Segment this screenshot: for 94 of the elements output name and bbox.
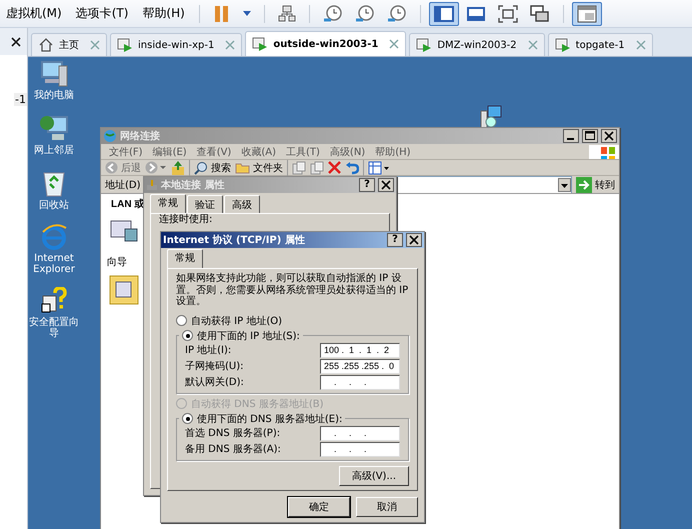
search-icon	[194, 160, 208, 174]
thumbs-button[interactable]	[572, 2, 602, 26]
undo-icon[interactable]	[345, 160, 359, 174]
fullscreen-icon	[498, 4, 518, 22]
folders-button[interactable]: 文件夹	[235, 160, 283, 174]
computer-icon[interactable]	[39, 60, 69, 88]
house-icon	[38, 37, 54, 53]
vm-icon	[416, 37, 432, 53]
dialog-tab[interactable]: 高级	[224, 195, 260, 213]
wizard-icon[interactable]	[40, 287, 68, 315]
dialog-tab[interactable]: 验证	[187, 195, 223, 213]
cancel-button[interactable]: 取消	[356, 496, 418, 516]
intro-text: 如果网络支持此功能，则可以获取自动指派的 IP 设置。否则，您需要从网络系统管理员处获得适当的 IP 设置。	[176, 273, 409, 308]
clock-icon	[386, 4, 407, 22]
radio-option[interactable]: 使用下面的 DNS 服务器地址(E):	[182, 412, 342, 426]
thumbnail-view-icon	[576, 4, 597, 22]
address-label: 地址(D)	[105, 178, 141, 192]
desktop-icon-label[interactable]: 安全配置向导	[29, 317, 79, 339]
menu-item[interactable]: 虚拟机(M)	[0, 5, 68, 22]
menu-item[interactable]: 工具(T)	[282, 144, 324, 158]
back-button[interactable]: 后退	[105, 160, 141, 174]
menu-item[interactable]: 帮助(H)	[371, 144, 415, 158]
flag-logo-icon	[589, 144, 619, 158]
menu-item[interactable]: 高级(N)	[326, 144, 370, 158]
desktop-icon-label[interactable]: 我的电脑	[29, 90, 79, 101]
vm-tab[interactable]: topgate-1	[548, 33, 653, 56]
console-view-icon	[466, 4, 486, 22]
advanced-button[interactable]: 高级(V)...	[338, 466, 409, 486]
radio-option[interactable]: 使用下面的 IP 地址(S):	[182, 328, 300, 342]
ip-address-field[interactable]: 255 .255 .255 . 0	[320, 358, 400, 374]
forward-arrow-icon[interactable]	[145, 161, 167, 174]
vm-icon	[117, 37, 133, 53]
ok-button[interactable]: 确定	[288, 496, 350, 516]
menu-item[interactable]: 查看(V)	[192, 144, 236, 158]
window-title: 网络连接	[120, 130, 160, 143]
section-heading: 向导	[107, 256, 127, 269]
vm-tab[interactable]: DMZ-win2003-2	[409, 33, 545, 56]
dialog-title: 本地连接 属性	[161, 178, 224, 192]
caret-icon	[242, 11, 251, 16]
dropdown-icon[interactable]	[558, 178, 571, 192]
ip-address-field[interactable]: 100 . 1 . 1 . 2	[320, 342, 400, 358]
close-icon[interactable]	[406, 233, 422, 247]
menu-item[interactable]: 文件(F)	[105, 144, 147, 158]
field-label: 默认网关(D):	[185, 376, 245, 389]
dialog-tab[interactable]: 常规	[150, 194, 186, 213]
tree-icon	[278, 4, 296, 22]
views-icon[interactable]	[368, 160, 390, 174]
clock-icon	[354, 4, 375, 22]
maximize-icon[interactable]	[582, 129, 598, 143]
sidebar-view-icon	[434, 4, 454, 22]
network-globe-icon	[103, 129, 117, 143]
desktop-icon-label[interactable]: Internet Explorer	[29, 253, 79, 275]
field-label: 首选 DNS 服务器(P):	[185, 426, 282, 440]
connection-icon	[146, 179, 158, 191]
menu-item[interactable]: 编辑(E)	[148, 144, 191, 158]
close-icon[interactable]	[378, 178, 394, 192]
vm-tab[interactable]: 主页	[31, 33, 107, 56]
radio-option[interactable]: 自动获得 IP 地址(O)	[176, 314, 409, 328]
go-button[interactable]: 转到	[576, 176, 615, 192]
delete-icon[interactable]	[328, 161, 341, 174]
clock-icon	[322, 4, 343, 22]
ip-address-field[interactable]: . . .	[320, 426, 400, 440]
desktop-icon-label[interactable]: 网上邻居	[29, 145, 79, 156]
help-button[interactable]: ?	[387, 233, 403, 247]
menu-item[interactable]: 帮助(H)	[136, 5, 191, 22]
search-button[interactable]: 搜索	[194, 160, 231, 174]
field-label: IP 地址(I):	[185, 344, 232, 357]
menu-item[interactable]: 选项卡(T)	[70, 5, 134, 22]
sidebar-button[interactable]	[428, 2, 459, 26]
ip-address-field[interactable]: . . .	[320, 442, 400, 456]
wizard-folder-icon[interactable]	[109, 275, 139, 305]
close-icon[interactable]	[601, 129, 617, 143]
vm-icon	[554, 37, 571, 53]
network-computer-icon[interactable]	[39, 113, 69, 143]
vm-icon	[252, 36, 268, 52]
menu-item[interactable]: 收藏(A)	[237, 144, 280, 158]
ip-address-field[interactable]: . . .	[320, 374, 400, 390]
dialog-tab[interactable]: 常规	[167, 249, 203, 268]
vm-tab[interactable]: outside-win2003-1	[245, 31, 406, 56]
internet-explorer-icon[interactable]	[40, 223, 68, 251]
help-button[interactable]: ?	[359, 178, 375, 192]
close-icon[interactable]	[11, 36, 21, 46]
field-label: 备用 DNS 服务器(A):	[185, 443, 282, 456]
desktop-icon-label[interactable]: 回收站	[29, 200, 79, 211]
windows-icon	[530, 4, 550, 22]
vm-tab[interactable]: inside-win-xp-1	[110, 33, 242, 56]
minimize-icon[interactable]	[563, 129, 579, 143]
pause-icon	[212, 4, 231, 22]
library-item[interactable]: -1	[14, 93, 27, 106]
dialog-title: Internet 协议 (TCP/IP) 属性	[163, 234, 305, 247]
field-label: 子网掩码(U):	[185, 360, 244, 373]
up-folder-icon[interactable]	[171, 160, 185, 176]
connect-using-label: 连接时使用:	[159, 214, 214, 225]
setup-icon[interactable]	[480, 105, 502, 129]
